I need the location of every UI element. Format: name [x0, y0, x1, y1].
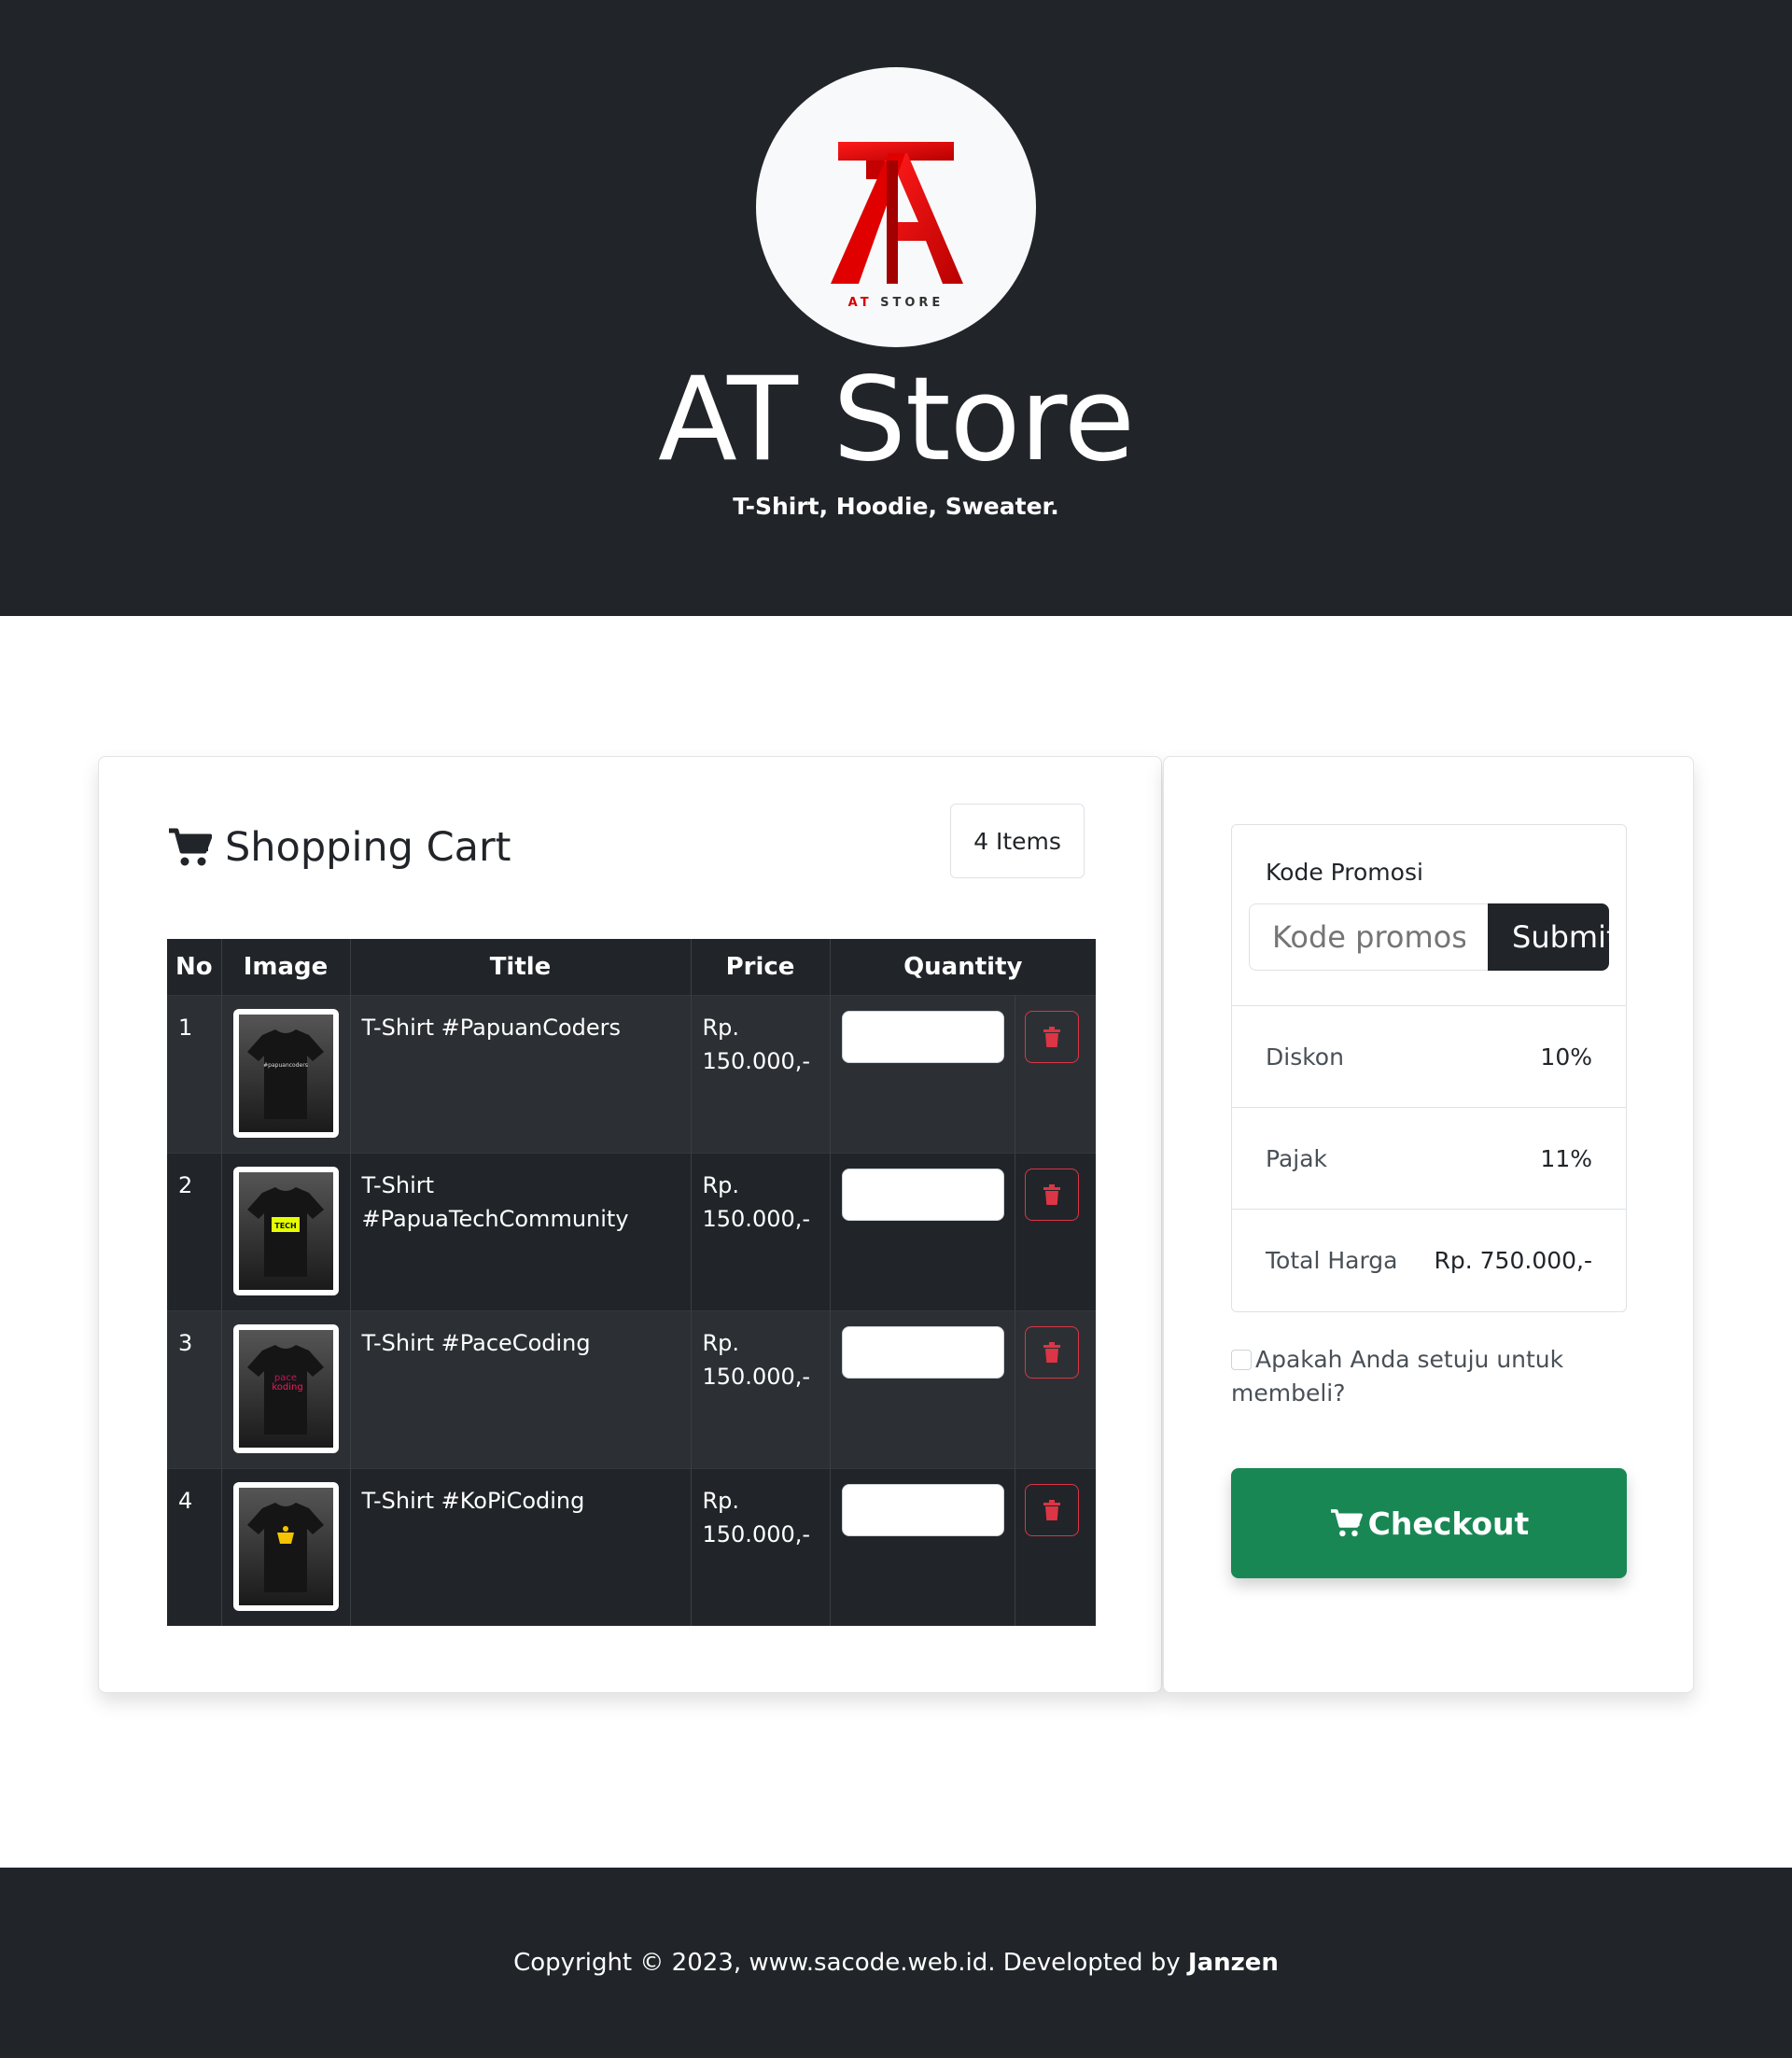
product-title: T-Shirt #PapuanCoders — [350, 994, 692, 1153]
promo-input-group: Submit — [1249, 903, 1609, 971]
discount-value: 10% — [1540, 1043, 1592, 1071]
discount-label: Diskon — [1266, 1043, 1344, 1071]
checkout-button[interactable]: Checkout — [1231, 1468, 1627, 1578]
table-header-row: No Image Title Price Quantity — [167, 939, 1097, 995]
summary-list: Kode Promosi Submit Diskon 10% Pajak 11%… — [1231, 824, 1627, 1312]
product-image[interactable] — [232, 1481, 339, 1611]
trash-icon — [1043, 1341, 1060, 1363]
logo-text: AT STORE — [847, 296, 945, 310]
order-summary-card: Kode Promosi Submit Diskon 10% Pajak 11%… — [1163, 756, 1694, 1693]
total-row: Total Harga Rp. 750.000,- — [1232, 1210, 1626, 1311]
product-title: T-Shirt #PapuaTechCommunity — [350, 1152, 692, 1310]
product-title: T-Shirt #KoPiCoding — [350, 1467, 692, 1626]
store-logo: AT STORE — [756, 67, 1036, 347]
column-header-quantity: Quantity — [830, 939, 1097, 995]
hero-header: AT STORE AT Store T-Shirt, Hoodie, Sweat… — [0, 0, 1792, 616]
row-number: 4 — [167, 1467, 222, 1626]
product-price: Rp. 150.000,- — [691, 1467, 831, 1626]
promo-submit-button[interactable]: Submit — [1488, 903, 1609, 971]
tax-label: Pajak — [1266, 1144, 1328, 1172]
quantity-input[interactable] — [841, 1483, 1004, 1536]
product-image[interactable]: #papuancoders — [232, 1008, 339, 1138]
cart-icon — [169, 828, 212, 866]
agree-checkbox-row: Apakah Anda setuju untuk membeli? — [1231, 1343, 1632, 1410]
svg-text:#papuancoders: #papuancoders — [263, 1062, 308, 1069]
svg-text:TECH: TECH — [274, 1222, 297, 1230]
tax-row: Pajak 11% — [1232, 1108, 1626, 1210]
trash-icon — [1043, 1026, 1060, 1047]
delete-button[interactable] — [1024, 1010, 1079, 1063]
row-number: 1 — [167, 994, 222, 1153]
footer: Copyright © 2023, www.sacode.web.id. Dev… — [0, 1868, 1792, 2058]
items-count-badge: 4 Items — [950, 804, 1085, 878]
store-title: AT Store — [657, 353, 1135, 487]
cart-title: Shopping Cart — [225, 824, 511, 871]
author-name: Janzen — [1187, 1949, 1279, 1977]
table-row: 2 TECH T-Shirt #PapuaTechCommunity Rp. 1… — [167, 1152, 1097, 1310]
total-value: Rp. 750.000,- — [1434, 1247, 1592, 1274]
trash-icon — [1043, 1499, 1060, 1520]
product-price: Rp. 150.000,- — [691, 1309, 831, 1468]
delete-button[interactable] — [1024, 1168, 1079, 1221]
promo-code-input[interactable] — [1249, 903, 1488, 971]
product-title: T-Shirt #PaceCoding — [350, 1309, 692, 1468]
quantity-input[interactable] — [841, 1325, 1004, 1379]
table-row: 1 #papuancoders T-Shirt #PapuanCoders Rp… — [167, 994, 1097, 1153]
quantity-input[interactable] — [841, 1168, 1004, 1221]
delete-button[interactable] — [1024, 1325, 1079, 1379]
trash-icon — [1043, 1183, 1060, 1205]
product-price: Rp. 150.000,- — [691, 1152, 831, 1310]
agree-label: Apakah Anda setuju untuk membeli? — [1231, 1346, 1564, 1407]
promo-section: Kode Promosi Submit — [1232, 825, 1626, 1006]
cart-table: No Image Title Price Quantity 1 #papuanc… — [167, 939, 1097, 1626]
svg-text:koding: koding — [272, 1382, 302, 1393]
row-number: 2 — [167, 1152, 222, 1310]
cart-heading: Shopping Cart — [167, 824, 511, 871]
copyright-text: Copyright © 2023, www.sacode.web.id. Dev… — [513, 1949, 1181, 1977]
checkout-label: Checkout — [1367, 1505, 1530, 1542]
cart-icon — [1330, 1509, 1363, 1537]
column-header-no: No — [167, 939, 222, 995]
total-label: Total Harga — [1266, 1247, 1398, 1274]
product-image[interactable]: TECH — [232, 1166, 339, 1295]
agree-checkbox[interactable] — [1231, 1350, 1252, 1370]
delete-button[interactable] — [1024, 1483, 1079, 1536]
column-header-title: Title — [350, 939, 692, 995]
discount-row: Diskon 10% — [1232, 1006, 1626, 1108]
promo-label: Kode Promosi — [1266, 859, 1423, 886]
table-row: 3 pace koding T-Shirt #PaceCoding Rp. 150… — [167, 1309, 1097, 1468]
product-price: Rp. 150.000,- — [691, 994, 831, 1153]
row-number: 3 — [167, 1309, 222, 1468]
column-header-image: Image — [221, 939, 351, 995]
quantity-input[interactable] — [841, 1010, 1004, 1063]
shopping-cart-card: Shopping Cart 4 Items No Image Title Pri… — [98, 756, 1162, 1693]
table-row: 4 T-Shirt #KoPiCoding Rp. 150.000,- — [167, 1467, 1097, 1626]
product-image[interactable]: pace koding — [232, 1323, 339, 1453]
column-header-price: Price — [691, 939, 831, 995]
tax-value: 11% — [1540, 1144, 1592, 1172]
store-subtitle: T-Shirt, Hoodie, Sweater. — [733, 493, 1059, 520]
